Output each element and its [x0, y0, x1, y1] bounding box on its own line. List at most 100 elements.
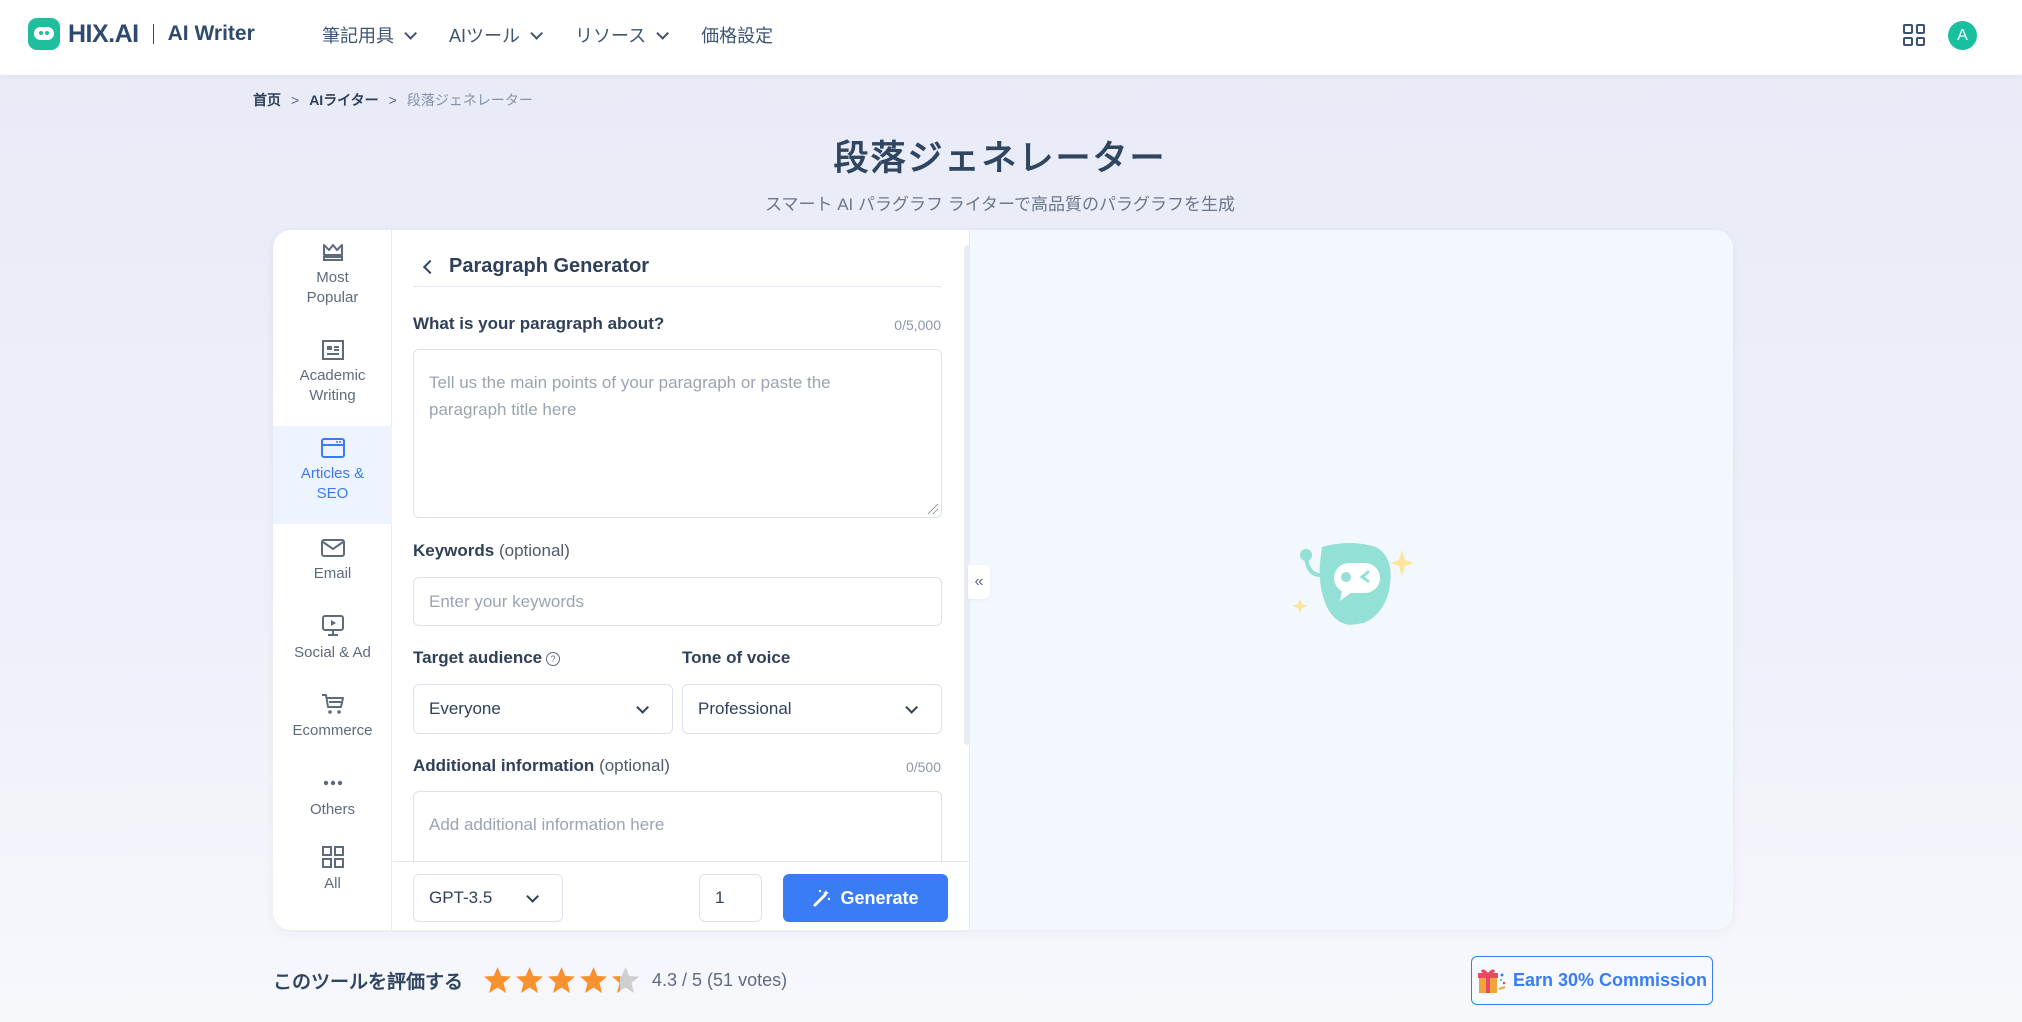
page-title: 段落ジェネレーター	[833, 139, 1167, 178]
nav-label: リソース	[575, 26, 647, 46]
nav-resources[interactable]: リソース	[575, 22, 670, 48]
logo-divider	[152, 24, 154, 44]
sidebar-label: Others	[309, 801, 355, 818]
help-circle-icon[interactable]: ?	[546, 652, 561, 666]
optional-tag: (optional)	[599, 756, 670, 775]
sidebar-label: Email	[313, 565, 352, 582]
audience-select[interactable]: Everyone	[413, 684, 673, 734]
page-subtitle: スマート AI パラグラフ ライターで高品質のパラグラフを生成	[764, 195, 1236, 214]
nav-pricing[interactable]: 価格設定	[701, 22, 773, 48]
topic-label: What is your paragraph about?	[413, 314, 665, 333]
action-bar: GPT-3.5 1 Generate	[393, 861, 969, 930]
logo[interactable]: HIX.AI AI Writer	[28, 18, 255, 50]
grid-icon	[321, 846, 344, 868]
earn-commission-button[interactable]: Earn 30% Commission	[1471, 956, 1713, 1005]
sidebar-label: Academic Writing	[299, 367, 366, 404]
rating-row: このツールを評価する 4.3 / 5 (51 votes)	[273, 966, 787, 994]
sidebar-item-academic-writing[interactable]: Academic Writing	[273, 340, 392, 426]
brand-name: HIX.AI	[68, 19, 139, 48]
additional-label: Additional information (optional)	[413, 756, 670, 776]
generate-label: Generate	[840, 887, 919, 908]
keywords-label-text: Keywords	[413, 541, 495, 560]
chevron-down-icon	[636, 700, 649, 714]
additional-label-text: Additional information	[413, 756, 595, 775]
nav-label: 価格設定	[701, 26, 774, 46]
additional-counter: 0/500	[905, 759, 941, 775]
user-avatar[interactable]: A	[1948, 21, 1977, 50]
resize-handle-icon[interactable]	[928, 504, 938, 514]
topic-counter: 0/5,000	[894, 317, 941, 333]
star-rating[interactable]	[483, 966, 640, 994]
star-icon[interactable]	[611, 966, 640, 994]
rating-score: 4.3 / 5 (51 votes)	[652, 969, 788, 990]
audience-label-text: Target audience	[413, 648, 543, 667]
more-dots-icon	[323, 780, 342, 786]
nav-ai-tools[interactable]: AIツール	[449, 22, 544, 48]
sidebar-item-all[interactable]: All	[273, 846, 392, 916]
additional-placeholder: Add additional information here	[429, 815, 665, 834]
sidebar-item-most-popular[interactable]: Most Popular	[273, 242, 392, 328]
back-chevron-icon[interactable]	[422, 259, 438, 274]
browser-window-icon	[320, 438, 345, 458]
optional-tag: (optional)	[498, 541, 570, 560]
breadcrumb-home[interactable]: 首页	[253, 90, 281, 110]
nav-writing-tools[interactable]: 筆記用具	[322, 22, 417, 48]
keywords-placeholder: Enter your keywords	[429, 591, 584, 611]
sidebar-item-articles-seo[interactable]: Articles & SEO	[273, 426, 392, 524]
sidebar-label: Most Popular	[306, 269, 359, 306]
generator-title: Paragraph Generator	[449, 255, 650, 277]
topic-textarea[interactable]: Tell us the main points of your paragrap…	[413, 349, 942, 518]
output-count-input[interactable]: 1	[699, 874, 762, 922]
product-name: AI Writer	[167, 22, 255, 45]
apps-grid-icon[interactable]	[1903, 24, 1925, 46]
collapse-panel-button[interactable]: «	[968, 565, 990, 599]
breadcrumb: 首页 > AIライター > 段落ジェネレーター	[253, 90, 533, 110]
sidebar-item-email[interactable]: Email	[273, 538, 392, 606]
top-header: HIX.AI AI Writer 筆記用具 AIツール リソース 価格設定 A	[0, 0, 2022, 75]
newspaper-icon	[321, 340, 344, 360]
hix-logo-icon	[28, 18, 60, 50]
keywords-input[interactable]: Enter your keywords	[413, 577, 942, 626]
chevron-down-icon	[530, 26, 544, 40]
chevron-down-icon	[656, 26, 670, 40]
double-chevron-left-icon: «	[974, 573, 984, 590]
model-select[interactable]: GPT-3.5	[413, 874, 563, 922]
audience-label: Target audience?	[413, 648, 561, 668]
generator-form: Paragraph Generator What is your paragra…	[393, 230, 971, 930]
category-sidebar: Most Popular Academic Writing Articles &…	[273, 230, 392, 930]
sidebar-label: Ecommerce	[292, 722, 373, 739]
star-icon[interactable]	[515, 966, 544, 994]
magic-wand-icon	[813, 889, 831, 907]
sidebar-label: Social & Ad	[294, 644, 371, 661]
sidebar-item-others[interactable]: Others	[273, 776, 392, 842]
tone-value: Professional	[698, 699, 792, 718]
chevron-down-icon	[404, 26, 417, 40]
star-icon[interactable]	[483, 966, 512, 994]
sidebar-item-social-ad[interactable]: Social & Ad	[273, 615, 392, 683]
sidebar-label: Articles & SEO	[300, 465, 365, 502]
output-count-value: 1	[715, 888, 725, 907]
chevron-down-icon	[526, 889, 539, 903]
main-nav: 筆記用具 AIツール リソース 価格設定	[322, 22, 809, 48]
crown-icon	[322, 244, 343, 261]
model-value: GPT-3.5	[429, 888, 493, 907]
mail-icon	[320, 539, 345, 557]
breadcrumb-separator: >	[291, 92, 300, 108]
tool-card: Most Popular Academic Writing Articles &…	[273, 230, 1733, 930]
star-icon[interactable]	[579, 966, 608, 994]
keywords-label: Keywords (optional)	[413, 541, 570, 561]
topic-placeholder: Tell us the main points of your paragrap…	[429, 373, 831, 419]
rating-label: このツールを評価する	[273, 971, 464, 993]
chevron-down-icon	[905, 700, 918, 714]
tone-select[interactable]: Professional	[682, 684, 942, 734]
generator-header: Paragraph Generator	[413, 247, 941, 287]
monitor-play-icon	[321, 615, 344, 636]
sidebar-item-ecommerce[interactable]: Ecommerce	[273, 693, 392, 761]
sidebar-label: All	[324, 875, 341, 892]
breadcrumb-separator: >	[388, 92, 397, 108]
robot-mascot-icon	[1293, 543, 1414, 625]
generate-button[interactable]: Generate	[783, 874, 948, 922]
star-icon[interactable]	[547, 966, 576, 994]
breadcrumb-ai-writer[interactable]: AIライター	[309, 90, 378, 110]
nav-label: AIツール	[449, 26, 521, 46]
